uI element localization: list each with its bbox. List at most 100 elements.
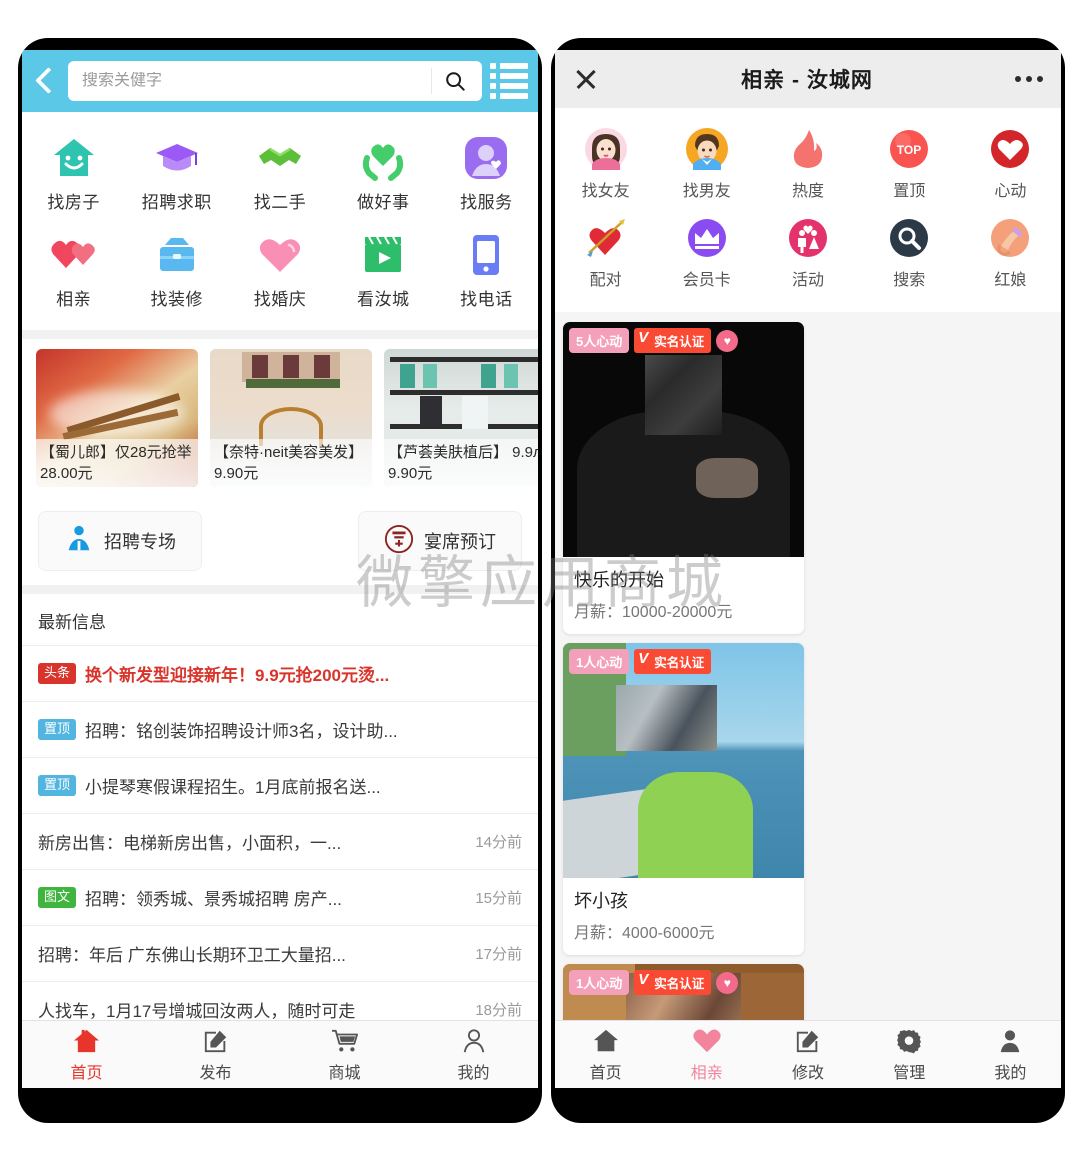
category-search[interactable]: 搜索 xyxy=(859,209,960,298)
category-label: 招聘求职 xyxy=(141,193,212,212)
matchmaker-hand-icon xyxy=(987,215,1033,261)
news-time: 18分前 xyxy=(475,1002,522,1019)
category-label: 找电话 xyxy=(460,290,513,309)
category-hot[interactable]: 热度 xyxy=(757,120,858,209)
category-find-girlfriend[interactable]: 找女友 xyxy=(555,120,656,209)
video-clapper-icon xyxy=(359,231,407,279)
category-jobs[interactable]: 招聘求职 xyxy=(125,126,228,223)
latest-news-section: 最新信息 头条 换个新发型迎接新年！9.9元抢200元烫... 置顶 招聘：铭创… xyxy=(22,585,538,1088)
category-services[interactable]: 找服务 xyxy=(435,126,538,223)
tab-manage[interactable]: 管理 xyxy=(859,1026,960,1083)
page-title: 相亲 - 汝城网 xyxy=(741,69,873,92)
cupid-arrow-heart-icon xyxy=(583,215,629,261)
tab-label: 管理 xyxy=(893,1065,926,1082)
svg-text:TOP: TOP xyxy=(897,143,921,157)
category-wedding[interactable]: 找婚庆 xyxy=(228,223,331,320)
right-category-row-2: 配对 会员卡 活动 搜索 红娘 xyxy=(555,209,1061,298)
profile-card[interactable]: 1人心动 实名认证 坏小孩 月薪：4000-6000元 xyxy=(563,643,804,955)
category-secondhand[interactable]: 找二手 xyxy=(228,126,331,223)
badge-row: 5人心动 实名认证 ♥ xyxy=(569,328,739,353)
badge-row: 1人心动 实名认证 xyxy=(569,649,712,674)
recruitment-special-button[interactable]: 招聘专场 xyxy=(38,511,202,571)
banquet-booking-button[interactable]: 宴席预订 xyxy=(358,511,522,571)
promo-carousel: 【蜀儿郎】仅28元抢举 28.00元 【奈特·neit美容美发】 9.90元 【… xyxy=(22,330,538,499)
category-renovation[interactable]: 找装修 xyxy=(125,223,228,320)
pink-heart-icon xyxy=(256,231,304,279)
category-label: 活动 xyxy=(792,272,825,289)
verified-badge: 实名认证 xyxy=(634,649,712,674)
tab-edit[interactable]: 修改 xyxy=(757,1026,858,1083)
category-find-house[interactable]: 找房子 xyxy=(22,126,125,223)
news-time: 14分前 xyxy=(475,834,522,851)
category-membership[interactable]: 会员卡 xyxy=(656,209,757,298)
promo-price: 28.00元 xyxy=(40,465,93,482)
category-label: 会员卡 xyxy=(682,272,731,289)
news-row[interactable]: 新房出售：电梯新房出售，小面积，一... 14分前 xyxy=(22,814,538,870)
male-avatar-icon xyxy=(684,126,730,172)
search-input[interactable] xyxy=(82,72,431,90)
left-phone-frame: 找房子 招聘求职 找二手 xyxy=(18,38,542,1123)
profile-name: 坏小孩 xyxy=(574,891,628,911)
category-watch-rucheng[interactable]: 看汝城 xyxy=(332,223,435,320)
news-tag: 置顶 xyxy=(38,775,77,796)
category-find-boyfriend[interactable]: 找男友 xyxy=(656,120,757,209)
more-dots-icon[interactable] xyxy=(1014,76,1043,82)
quick-action-label: 招聘专场 xyxy=(104,532,176,552)
news-row[interactable]: 头条 换个新发型迎接新年！9.9元抢200元烫... xyxy=(22,646,538,702)
promo-card[interactable]: 【奈特·neit美容美发】 9.90元 xyxy=(210,349,372,487)
right-phone-screen: 相亲 - 汝城网 找女友 找男友 热度 TOP 置顶 心动 配对 会员卡 活动 … xyxy=(555,50,1061,1088)
female-avatar-icon xyxy=(583,126,629,172)
user-service-icon xyxy=(462,134,510,182)
promo-title: 【芦荟美肤植后】 9.9л xyxy=(388,444,538,461)
tab-mine[interactable]: 我的 xyxy=(409,1026,538,1083)
tab-publish[interactable]: 发布 xyxy=(151,1026,280,1083)
handshake-icon xyxy=(256,134,304,182)
home-icon xyxy=(593,1026,619,1056)
right-category-grid: 找女友 找男友 热度 TOP 置顶 心动 配对 会员卡 活动 搜索 红娘 xyxy=(555,108,1061,312)
news-row[interactable]: 图文 招聘：领秀城、景秀城招聘 房产... 15分前 xyxy=(22,870,538,926)
tab-dating[interactable]: 相亲 xyxy=(656,1026,757,1083)
wechat-header: 相亲 - 汝城网 xyxy=(555,50,1061,108)
search-bar[interactable] xyxy=(68,61,482,101)
tab-label: 我的 xyxy=(994,1065,1027,1082)
category-matchmaker[interactable]: 红娘 xyxy=(960,209,1061,298)
banquet-seal-icon xyxy=(384,524,414,559)
tab-label: 首页 xyxy=(70,1065,103,1082)
search-icon[interactable] xyxy=(432,70,478,92)
category-good-deeds[interactable]: 做好事 xyxy=(332,126,435,223)
news-title: 招聘：领秀城、景秀城招聘 房产... xyxy=(85,890,342,909)
profile-salary: 月薪：4000-6000元 xyxy=(574,925,715,942)
profile-card[interactable]: 5人心动 实名认证 ♥ 快乐的开始 月薪：10000-20000元 xyxy=(563,322,804,634)
category-activity[interactable]: 活动 xyxy=(757,209,858,298)
search-circle-icon xyxy=(886,215,932,261)
tab-home[interactable]: 首页 xyxy=(555,1026,656,1083)
category-dating[interactable]: 相亲 xyxy=(22,223,125,320)
promo-title: 【蜀儿郎】仅28元抢举 xyxy=(40,444,192,461)
category-find-phone[interactable]: 找电话 xyxy=(435,223,538,320)
tab-label: 发布 xyxy=(199,1065,232,1082)
tab-mine[interactable]: 我的 xyxy=(960,1026,1061,1083)
news-tag: 置顶 xyxy=(38,719,77,740)
chevron-left-icon[interactable] xyxy=(30,64,60,98)
category-label: 找装修 xyxy=(150,290,204,309)
promo-card[interactable]: 【芦荟美肤植后】 9.9л 9.90元 xyxy=(384,349,538,487)
category-heartbeat[interactable]: 心动 xyxy=(960,120,1061,209)
profile-info: 快乐的开始 月薪：10000-20000元 xyxy=(563,557,804,634)
news-row[interactable]: 置顶 小提琴寒假课程招生。1月底前报名送... xyxy=(22,758,538,814)
category-matching[interactable]: 配对 xyxy=(555,209,656,298)
news-row[interactable]: 置顶 招聘：铭创装饰招聘设计师3名，设计助... xyxy=(22,702,538,758)
news-row[interactable]: 招聘：年后 广东佛山长期环卫工大量招... 17分前 xyxy=(22,926,538,982)
tab-home[interactable]: 首页 xyxy=(22,1026,151,1083)
tab-mall[interactable]: 商城 xyxy=(280,1026,409,1083)
like-icon[interactable]: ♥ xyxy=(716,971,739,994)
right-category-row-1: 找女友 找男友 热度 TOP 置顶 心动 xyxy=(555,120,1061,209)
heartbeat-badge: 1人心动 xyxy=(569,970,630,995)
home-icon xyxy=(73,1026,100,1056)
category-top[interactable]: TOP 置顶 xyxy=(859,120,960,209)
close-icon[interactable] xyxy=(573,66,599,92)
promo-card[interactable]: 【蜀儿郎】仅28元抢举 28.00元 xyxy=(36,349,198,487)
list-menu-icon[interactable] xyxy=(490,61,528,101)
promo-price: 9.90元 xyxy=(214,465,259,482)
like-icon[interactable]: ♥ xyxy=(716,329,739,352)
verified-badge: 实名认证 xyxy=(634,970,712,995)
